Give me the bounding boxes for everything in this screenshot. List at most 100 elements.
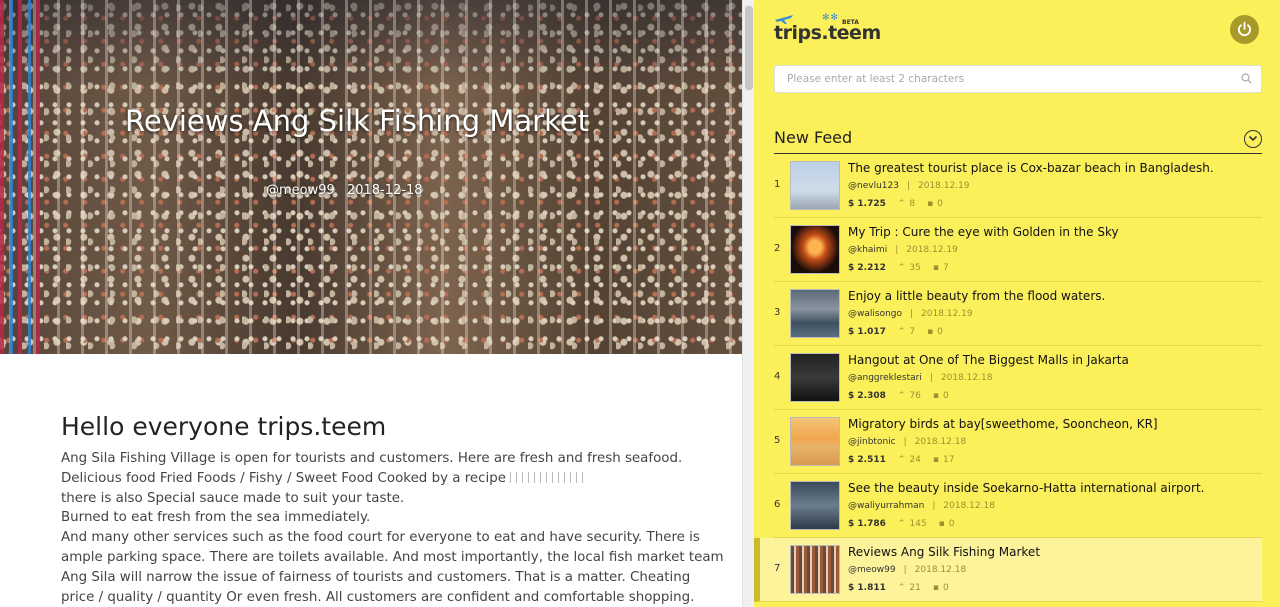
feed-thumbnail[interactable] xyxy=(790,417,840,466)
feed-author[interactable]: @khaimi xyxy=(848,245,887,255)
upvote-icon[interactable]: ⌃ xyxy=(898,198,906,211)
feed-meta: @khaimi | 2018.12.19 xyxy=(848,245,958,255)
feed-stats: $ 2.212 ⌃ 35 ▪ 7 xyxy=(848,262,1258,275)
vote-count: 24 xyxy=(909,455,921,465)
article-line: price / quality / quantity Or even fresh… xyxy=(61,589,695,605)
feed-author[interactable]: @meow99 xyxy=(848,565,896,575)
feed-author[interactable]: @waliyurrahman xyxy=(848,501,924,511)
comment-count: 0 xyxy=(948,519,955,529)
article-line: Ang Sila Fishing Village is open for tou… xyxy=(61,451,683,466)
feed-payout: $ 1.017 xyxy=(848,327,886,337)
comment-count: 17 xyxy=(942,455,955,465)
feed-date: 2018.12.19 xyxy=(918,181,970,191)
article-line: Ang Sila will narrow the issue of fairne… xyxy=(61,569,691,585)
search-icon[interactable] xyxy=(1241,73,1252,84)
feed-item[interactable]: 5 Migratory birds at bay[sweethome, Soon… xyxy=(774,410,1262,474)
feed-payout: $ 2.212 xyxy=(848,263,886,273)
feed-item[interactable]: 6 See the beauty inside Soekarno-Hatta i… xyxy=(774,474,1262,538)
feed-title-link[interactable]: Hangout at One of The Biggest Malls in J… xyxy=(848,352,1258,369)
feed-meta: @nevlu123 | 2018.12.19 xyxy=(848,181,970,191)
vote-count: 8 xyxy=(909,199,916,209)
feed-info: My Trip : Cure the eye with Golden in th… xyxy=(848,224,1258,275)
scrollbar-thumb[interactable] xyxy=(745,6,753,90)
chevron-down-icon xyxy=(1248,135,1257,142)
feed-item[interactable]: 3 Enjoy a little beauty from the flood w… xyxy=(774,282,1262,346)
article-line: Delicious food Fried Foods / Fishy / Swe… xyxy=(61,469,631,489)
trips-teem-logo[interactable]: ✻✻ BETA trips.teem xyxy=(774,13,881,45)
comment-icon[interactable]: ▪ xyxy=(939,518,945,531)
feed-title-link[interactable]: The greatest tourist place is Cox-bazar … xyxy=(848,160,1258,177)
comment-icon[interactable]: ▪ xyxy=(927,198,933,211)
feed-title-link[interactable]: Enjoy a little beauty from the flood wat… xyxy=(848,288,1258,305)
feed-stats: $ 2.511 ⌃ 24 ▪ 17 xyxy=(848,454,1258,467)
feed-title: New Feed xyxy=(774,128,853,147)
upvote-icon[interactable]: ⌃ xyxy=(898,454,906,467)
feed-title-link[interactable]: Migratory birds at bay[sweethome, Soonch… xyxy=(848,416,1258,433)
feed-title-link[interactable]: My Trip : Cure the eye with Golden in th… xyxy=(848,224,1258,241)
feed-info: Enjoy a little beauty from the flood wat… xyxy=(848,288,1258,339)
feed-rank: 7 xyxy=(774,563,781,574)
feed-thumbnail[interactable] xyxy=(790,161,840,210)
feed-info: The greatest tourist place is Cox-bazar … xyxy=(848,160,1258,211)
feed-thumbnail[interactable] xyxy=(790,481,840,530)
feed-title-link[interactable]: See the beauty inside Soekarno-Hatta int… xyxy=(848,480,1258,497)
feed-meta: @meow99 | 2018.12.18 xyxy=(848,565,967,575)
comment-icon[interactable]: ▪ xyxy=(927,326,933,339)
feed-author[interactable]: @anggreklestari xyxy=(848,373,922,383)
comment-icon[interactable]: ▪ xyxy=(933,454,939,467)
article-meta: @meow99 2018-12-18 xyxy=(266,183,431,198)
feed-rank: 6 xyxy=(774,499,781,510)
feed-item[interactable]: 1 The greatest tourist place is Cox-baza… xyxy=(774,154,1262,218)
feed-rank: 4 xyxy=(774,371,781,382)
feed-rank: 5 xyxy=(774,435,781,446)
feed-title-link[interactable]: Reviews Ang Silk Fishing Market xyxy=(848,544,1258,561)
feed-payout: $ 1.786 xyxy=(848,519,886,529)
power-button[interactable] xyxy=(1230,15,1259,44)
feed-author[interactable]: @walisongo xyxy=(848,309,902,319)
comment-count: 0 xyxy=(942,583,949,593)
comment-icon[interactable]: ▪ xyxy=(933,262,939,275)
feed-rank: 2 xyxy=(774,243,781,254)
search-input[interactable] xyxy=(775,66,1225,92)
feed-panel: ✻✻ BETA trips.teem New Feed 1 The greate… xyxy=(754,0,1280,607)
upvote-icon[interactable]: ⌃ xyxy=(898,262,906,275)
feed-date: 2018.12.18 xyxy=(943,501,995,511)
article-heading: Hello everyone trips.teem xyxy=(61,412,387,441)
upvote-icon[interactable]: ⌃ xyxy=(898,326,906,339)
upvote-icon[interactable]: ⌃ xyxy=(898,582,906,595)
article-title: Reviews Ang Silk Fishing Market xyxy=(125,104,590,138)
feed-stats: $ 1.725 ⌃ 8 ▪ 0 xyxy=(848,198,1258,211)
feed-item[interactable]: 2 My Trip : Cure the eye with Golden in … xyxy=(774,218,1262,282)
feed-list: 1 The greatest tourist place is Cox-baza… xyxy=(754,154,1280,602)
feed-info: Hangout at One of The Biggest Malls in J… xyxy=(848,352,1258,403)
feed-thumbnail[interactable] xyxy=(790,225,840,274)
feed-author[interactable]: @nevlu123 xyxy=(848,181,899,191)
comment-count: 0 xyxy=(937,327,943,337)
upvote-icon[interactable]: ⌃ xyxy=(898,518,906,531)
feed-meta: @anggreklestari | 2018.12.18 xyxy=(848,373,993,383)
search-box xyxy=(774,65,1262,93)
feed-collapse-button[interactable] xyxy=(1244,130,1262,148)
feed-stats: $ 1.811 ⌃ 21 ▪ 0 xyxy=(848,582,1258,595)
article-line: there is also Special sauce made to suit… xyxy=(61,490,405,506)
upvote-icon[interactable]: ⌃ xyxy=(898,390,906,403)
comment-icon[interactable]: ▪ xyxy=(933,390,939,403)
feed-stats: $ 2.308 ⌃ 76 ▪ 0 xyxy=(848,390,1258,403)
feed-date: 2018.12.19 xyxy=(906,245,958,255)
feed-stats: $ 1.017 ⌃ 7 ▪ 0 xyxy=(848,326,1258,339)
feed-thumbnail[interactable] xyxy=(790,353,840,402)
feed-item-active[interactable]: 7 Reviews Ang Silk Fishing Market @meow9… xyxy=(754,538,1262,602)
feed-rank: 3 xyxy=(774,307,781,318)
feed-info: See the beauty inside Soekarno-Hatta int… xyxy=(848,480,1258,531)
feed-item[interactable]: 4 Hangout at One of The Biggest Malls in… xyxy=(774,346,1262,410)
vote-count: 35 xyxy=(909,263,921,273)
comment-icon[interactable]: ▪ xyxy=(933,582,939,595)
logo-text: trips.teem xyxy=(774,22,881,44)
feed-meta: @walisongo | 2018.12.19 xyxy=(848,309,973,319)
feed-thumbnail[interactable] xyxy=(790,545,840,594)
feed-thumbnail[interactable] xyxy=(790,289,840,338)
feed-author[interactable]: @jinbtonic xyxy=(848,437,896,447)
article-scrollbar[interactable] xyxy=(742,0,754,607)
article-line-text: Delicious food Fried Foods / Fishy / Swe… xyxy=(61,470,506,486)
article-author[interactable]: @meow99 xyxy=(266,183,335,198)
